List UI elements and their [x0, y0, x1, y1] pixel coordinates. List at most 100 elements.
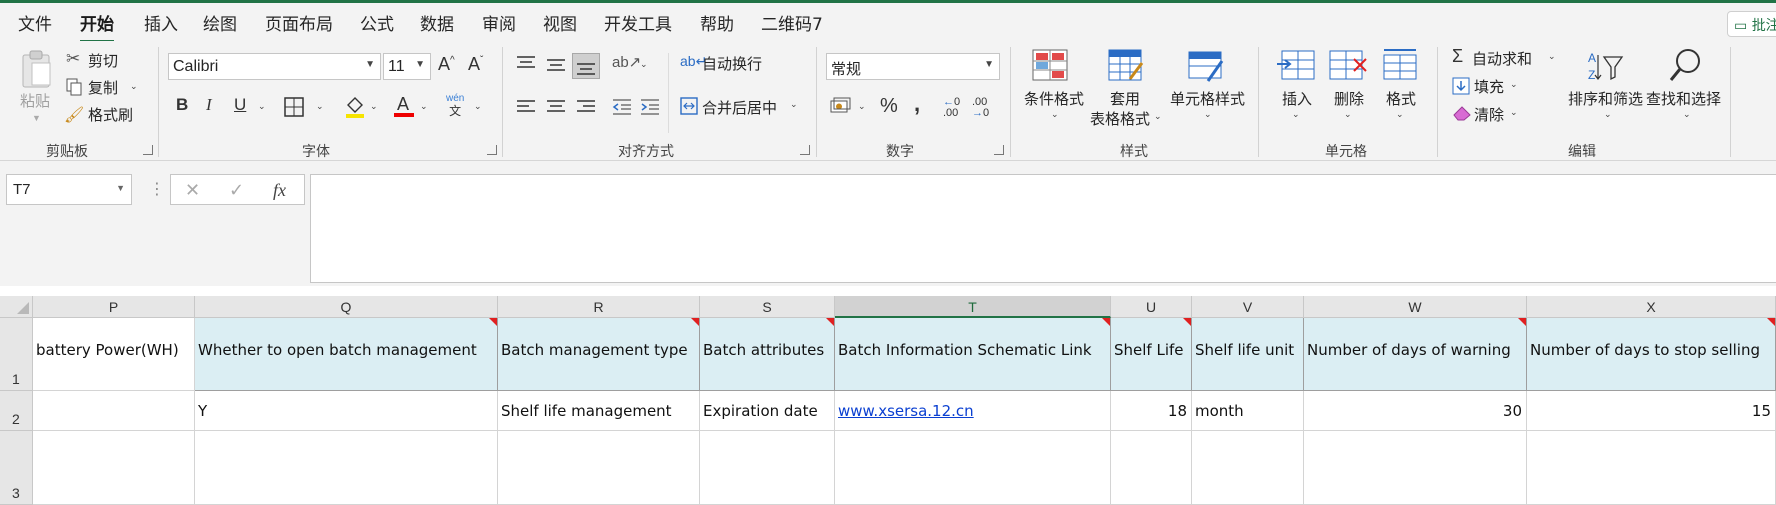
cell-r2[interactable]: Shelf life management [498, 391, 700, 431]
cell-s1[interactable]: Batch attributes [700, 318, 835, 391]
select-all-button[interactable] [0, 296, 33, 318]
cell-s2[interactable]: Expiration date [700, 391, 835, 431]
cell-t3[interactable] [835, 431, 1111, 505]
phonetic-dropdown-icon[interactable]: ⌄ [474, 101, 482, 112]
check-icon[interactable]: ✓ [229, 180, 244, 201]
insert-dropdown-icon[interactable]: ⌄ [1292, 109, 1300, 120]
number-launcher[interactable] [994, 145, 1004, 155]
tab-insert[interactable]: 插入 [144, 10, 178, 35]
format-cells-button[interactable]: 格式 [1386, 88, 1416, 109]
tab-page-layout[interactable]: 页面布局 [265, 10, 333, 35]
font-name-select[interactable]: Calibri ▼ [168, 53, 381, 80]
sort-filter-button[interactable]: 排序和筛选 [1568, 88, 1643, 109]
delete-cells-button[interactable]: 删除 [1334, 88, 1364, 109]
currency-icon[interactable] [830, 97, 852, 115]
autosum-button[interactable]: 自动求和 [1472, 48, 1532, 69]
column-header-v[interactable]: V [1192, 296, 1304, 318]
align-bottom-icon[interactable] [572, 53, 600, 79]
format-as-table-line1[interactable]: 套用 [1110, 88, 1140, 109]
paste-icon[interactable] [20, 49, 54, 89]
column-header-u[interactable]: U [1111, 296, 1192, 318]
fill-button[interactable]: 填充 [1474, 76, 1504, 97]
decrease-decimal-icon[interactable]: .00 →0 [972, 97, 989, 119]
align-middle-icon[interactable] [546, 57, 566, 73]
conditional-formatting-button[interactable]: 条件格式 [1024, 88, 1084, 109]
align-left-icon[interactable] [516, 99, 536, 115]
tab-data[interactable]: 数据 [420, 10, 454, 35]
hyperlink[interactable]: www.xsersa.12.cn [838, 402, 974, 420]
cell-u2[interactable]: 18 [1111, 391, 1192, 431]
tab-draw[interactable]: 绘图 [203, 10, 237, 35]
tab-help[interactable]: 帮助 [700, 10, 734, 35]
cell-v1[interactable]: Shelf life unit [1192, 318, 1304, 391]
copy-dropdown-icon[interactable]: ⌄ [130, 81, 138, 92]
font-launcher[interactable] [487, 145, 497, 155]
delete-dropdown-icon[interactable]: ⌄ [1344, 109, 1352, 120]
cell-r1[interactable]: Batch management type [498, 318, 700, 391]
cell-q2[interactable]: Y [195, 391, 498, 431]
format-as-table-line2[interactable]: 表格格式 [1090, 108, 1150, 129]
fill-dropdown-icon[interactable]: ⌄ [1510, 79, 1518, 90]
cell-p1[interactable]: battery Power(WH) [33, 318, 195, 391]
cell-r3[interactable] [498, 431, 700, 505]
cell-w1[interactable]: Number of days of warning [1304, 318, 1527, 391]
underline-button[interactable]: U [234, 95, 246, 115]
tab-view[interactable]: 视图 [543, 10, 577, 35]
wrap-text-button[interactable]: 自动换行 [702, 53, 762, 74]
cell-q3[interactable] [195, 431, 498, 505]
orientation-dropdown-icon[interactable]: ⌄ [640, 59, 648, 70]
cell-x1[interactable]: Number of days to stop selling [1527, 318, 1776, 391]
tab-formulas[interactable]: 公式 [360, 10, 394, 35]
orientation-icon[interactable]: ab↗ [612, 53, 641, 71]
tab-file[interactable]: 文件 [18, 10, 52, 35]
formula-input[interactable] [310, 174, 1776, 283]
format-dropdown-icon[interactable]: ⌄ [1396, 109, 1404, 120]
cell-u1[interactable]: Shelf Life [1111, 318, 1192, 391]
more-icon[interactable]: ⋮ [149, 179, 165, 199]
cell-u3[interactable] [1111, 431, 1192, 505]
conditional-dropdown-icon[interactable]: ⌄ [1051, 109, 1059, 120]
cell-styles-dropdown-icon[interactable]: ⌄ [1204, 109, 1212, 120]
paste-dropdown-icon[interactable]: ▼ [32, 113, 41, 123]
alignment-launcher[interactable] [800, 145, 810, 155]
clipboard-launcher[interactable] [143, 145, 153, 155]
cell-w2[interactable]: 30 [1304, 391, 1527, 431]
insert-cells-button[interactable]: 插入 [1282, 88, 1312, 109]
font-color-dropdown-icon[interactable]: ⌄ [420, 101, 428, 112]
row-header-1[interactable]: 1 [0, 318, 33, 391]
fill-color-dropdown-icon[interactable]: ⌄ [370, 101, 378, 112]
row-header-3[interactable]: 3 [0, 431, 33, 505]
font-color-icon[interactable]: A [393, 93, 415, 119]
percent-button[interactable]: % [880, 95, 898, 118]
column-header-x[interactable]: X [1527, 296, 1776, 318]
clear-button[interactable]: 清除 [1474, 104, 1504, 125]
comments-button[interactable]: ▭ 批注 [1727, 11, 1776, 37]
increase-decimal-icon[interactable]: ←0.00 [943, 97, 960, 119]
align-top-icon[interactable] [516, 55, 536, 71]
increase-indent-icon[interactable] [640, 99, 660, 115]
number-format-select[interactable]: 常规 ▼ [826, 53, 1000, 80]
clear-dropdown-icon[interactable]: ⌄ [1510, 107, 1518, 118]
name-box[interactable]: T7 ▼ [6, 174, 132, 205]
cell-p3[interactable] [33, 431, 195, 505]
tab-review[interactable]: 审阅 [482, 10, 516, 35]
bold-button[interactable]: B [176, 95, 188, 115]
font-size-select[interactable]: 11 ▼ [383, 53, 431, 80]
column-header-q[interactable]: Q [195, 296, 498, 318]
cell-v2[interactable]: month [1192, 391, 1304, 431]
currency-dropdown-icon[interactable]: ⌄ [858, 101, 866, 112]
cell-q1[interactable]: Whether to open batch management [195, 318, 498, 391]
find-select-button[interactable]: 查找和选择 [1646, 88, 1721, 109]
align-right-icon[interactable] [576, 99, 596, 115]
tab-developer[interactable]: 开发工具 [604, 10, 672, 35]
phonetic-icon[interactable]: wén 文 [446, 93, 464, 119]
column-header-s[interactable]: S [700, 296, 835, 318]
borders-dropdown-icon[interactable]: ⌄ [316, 101, 324, 112]
merge-dropdown-icon[interactable]: ⌄ [790, 99, 798, 110]
align-center-icon[interactable] [546, 99, 566, 115]
find-select-dropdown-icon[interactable]: ⌄ [1683, 109, 1691, 120]
sort-filter-dropdown-icon[interactable]: ⌄ [1604, 109, 1612, 120]
cell-styles-button[interactable]: 单元格样式 [1170, 88, 1245, 109]
fill-color-icon[interactable] [344, 95, 366, 119]
cell-x3[interactable] [1527, 431, 1776, 505]
